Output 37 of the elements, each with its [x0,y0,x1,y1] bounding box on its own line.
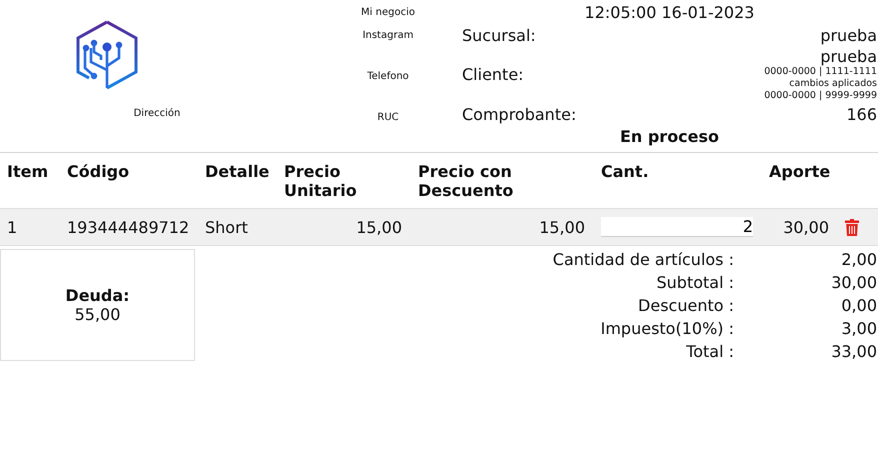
amount-cell: 30,00 [783,218,829,236]
total-value: 2,00 [840,249,878,271]
total-value: 3,00 [840,318,878,340]
quantity-field[interactable]: 2 [601,217,753,237]
client-label: Cliente: [462,65,524,84]
client-detail: 0000-0000 | 9999-9999 [764,90,877,102]
total-label: Total : [685,341,734,363]
detail-cell: Short [205,218,248,236]
voucher-label: Comprobante: [462,105,576,124]
datetime-label: 12:05:00 16-01-2023 [584,2,756,24]
status-label: En proceso [618,126,720,148]
logo-icon [75,20,139,90]
address-label: Dirección [134,108,180,119]
voucher-number: 166 [846,105,877,124]
debt-label: Deuda: [65,286,130,305]
business-name: Mi negocio [361,7,415,19]
branch-label: Sucursal: [462,26,536,45]
total-label: Descuento : [637,295,734,317]
trash-icon[interactable] [845,218,859,236]
discount-price-cell: 15,00 [539,218,585,236]
total-label: Subtotal : [655,272,734,294]
instagram-label: Instagram [362,30,414,42]
total-value: 33,00 [830,341,878,363]
item-cell: 1 [7,218,18,236]
total-label: Impuesto(10%) : [600,318,734,340]
unit-price-cell: 15,00 [356,218,402,236]
phone-label: Telefono [367,71,409,83]
total-value: 30,00 [830,272,878,294]
ruc-label: RUC [377,112,399,124]
branch-value: prueba [820,26,877,45]
code-cell: 193444489712 [67,218,190,236]
client-detail: cambios aplicados [789,78,877,90]
total-label: Cantidad de artículos : [552,249,734,271]
debt-value: 55,00 [74,305,120,324]
client-detail: 0000-0000 | 1111-1111 [764,66,877,78]
total-value: 0,00 [840,295,878,317]
client-name: prueba [820,47,877,66]
